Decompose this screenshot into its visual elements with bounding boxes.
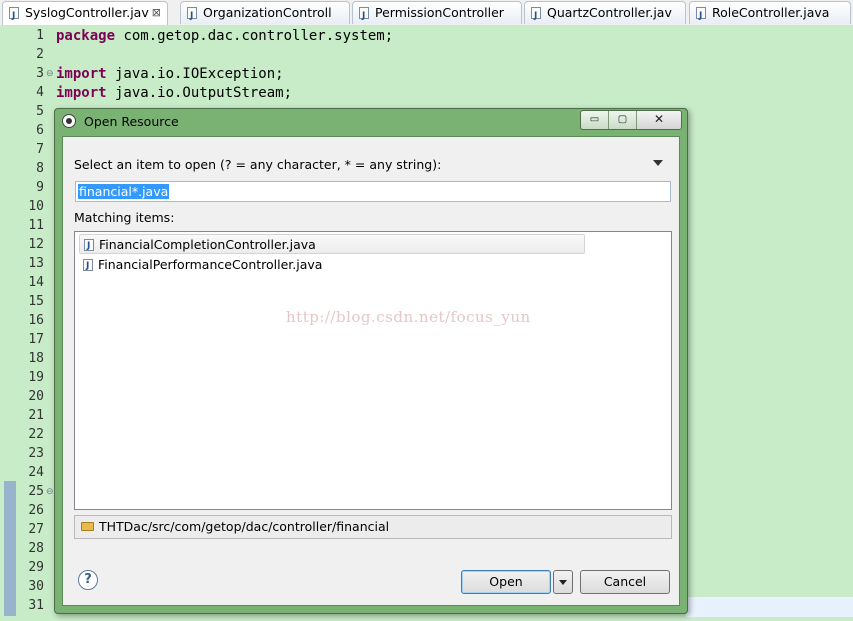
open-resource-dialog: Open Resource ▭ ▢ ✕ Select an item to op…	[54, 108, 688, 614]
tab-label: OrganizationControll	[203, 5, 332, 20]
java-file-icon	[531, 5, 541, 24]
java-file-icon	[9, 5, 19, 26]
view-menu-icon[interactable]	[653, 160, 663, 166]
tab-organization-controller[interactable]: OrganizationControll	[180, 1, 350, 24]
line-number: 19	[28, 370, 44, 385]
line-number: 9	[36, 180, 44, 195]
resource-path-status: THTDac/src/com/getop/dac/controller/fina…	[74, 515, 672, 539]
line-number: 27	[28, 522, 44, 537]
code-text: com.getop.dac.controller.system;	[115, 28, 394, 44]
eclipse-icon	[62, 114, 76, 128]
fold-collapse-icon[interactable]: ⊖	[46, 69, 54, 79]
editor-tab-bar: SyslogController.jav ⊠ OrganizationContr…	[0, 0, 853, 26]
status-path: THTDac/src/com/getop/dac/controller/fina…	[99, 519, 390, 534]
line-number: 16	[28, 313, 44, 328]
java-file-icon	[187, 5, 197, 24]
open-with-dropdown-button[interactable]	[553, 570, 573, 594]
keyword: import	[56, 85, 107, 101]
list-item-label: FinancialPerformanceController.java	[98, 257, 323, 272]
line-number: 24	[28, 465, 44, 480]
watermark-text: http://blog.csdn.net/focus_yun	[286, 308, 531, 326]
java-file-icon	[359, 5, 369, 24]
pattern-selected-text: financial*.java	[78, 184, 170, 199]
line-number: 17	[28, 332, 44, 347]
line-number: 29	[28, 560, 44, 575]
line-number: 5	[36, 104, 44, 119]
line-number: 31	[28, 598, 44, 613]
line-number: 25	[28, 484, 44, 499]
help-icon[interactable]: ?	[78, 570, 98, 590]
java-file-icon	[696, 5, 706, 24]
line-number: 26	[28, 503, 44, 518]
line-number: 18	[28, 351, 44, 366]
dialog-title: Open Resource	[84, 114, 179, 129]
list-item-label: FinancialCompletionController.java	[99, 237, 316, 252]
keyword: package	[56, 28, 116, 44]
matching-items-list[interactable]: FinancialCompletionController.java Finan…	[74, 231, 672, 510]
pattern-input[interactable]: financial*.java	[75, 181, 671, 202]
matching-items-label: Matching items:	[74, 210, 175, 225]
cancel-button[interactable]: Cancel	[580, 570, 670, 594]
line-number: 15	[28, 294, 44, 309]
fold-collapse-icon[interactable]: ⊖	[46, 487, 54, 497]
line-number: 10	[28, 199, 44, 214]
minimize-button[interactable]: ▭	[581, 111, 609, 129]
current-line-highlight	[686, 597, 853, 617]
code-text: java.io.OutputStream;	[106, 85, 293, 101]
code-line: package com.getop.dac.controller.system;	[56, 28, 393, 44]
tab-quartz-controller[interactable]: QuartzController.jav	[524, 1, 686, 24]
close-button[interactable]: ✕	[637, 111, 681, 129]
code-line: import java.io.OutputStream;	[56, 85, 292, 101]
line-number: 1	[36, 28, 44, 43]
line-number: 28	[28, 541, 44, 556]
list-item[interactable]: FinancialPerformanceController.java	[79, 255, 585, 276]
line-number: 23	[28, 446, 44, 461]
dialog-title-bar[interactable]: Open Resource ▭ ▢ ✕	[55, 109, 687, 135]
code-line: import java.io.IOException;	[56, 66, 284, 82]
line-number: 14	[28, 275, 44, 290]
folder-icon	[81, 522, 94, 531]
line-number: 22	[28, 427, 44, 442]
tab-label: QuartzController.jav	[547, 5, 672, 20]
tab-role-controller[interactable]: RoleController.java	[689, 1, 851, 24]
tab-label: RoleController.java	[712, 5, 830, 20]
line-number: 7	[36, 142, 44, 157]
prompt-label: Select an item to open (? = any characte…	[74, 157, 442, 172]
dialog-client-area: Select an item to open (? = any characte…	[62, 136, 680, 606]
line-number: 20	[28, 389, 44, 404]
close-tab-icon[interactable]: ⊠	[152, 2, 161, 24]
tab-permission-controller[interactable]: PermissionController	[352, 1, 522, 24]
line-number: 3	[36, 66, 44, 81]
tab-syslog-controller[interactable]: SyslogController.jav ⊠	[2, 1, 168, 26]
keyword: import	[56, 66, 107, 82]
line-number: 6	[36, 123, 44, 138]
code-text: java.io.IOException;	[106, 66, 284, 82]
list-item[interactable]: FinancialCompletionController.java	[79, 234, 585, 256]
line-number: 13	[28, 256, 44, 271]
line-number: 12	[28, 237, 44, 252]
java-file-icon	[83, 256, 93, 276]
line-number: 2	[36, 47, 44, 62]
maximize-button[interactable]: ▢	[609, 111, 637, 129]
tab-label: SyslogController.jav	[25, 5, 149, 20]
line-number: 21	[28, 408, 44, 423]
line-number: 4	[36, 85, 44, 100]
tab-label: PermissionController	[375, 5, 504, 20]
line-number: 8	[36, 161, 44, 176]
line-number: 11	[28, 218, 44, 233]
open-button[interactable]: Open	[461, 570, 551, 594]
chevron-down-icon	[559, 580, 567, 585]
window-controls: ▭ ▢ ✕	[580, 110, 682, 130]
line-number: 30	[28, 579, 44, 594]
java-file-icon	[84, 236, 94, 256]
